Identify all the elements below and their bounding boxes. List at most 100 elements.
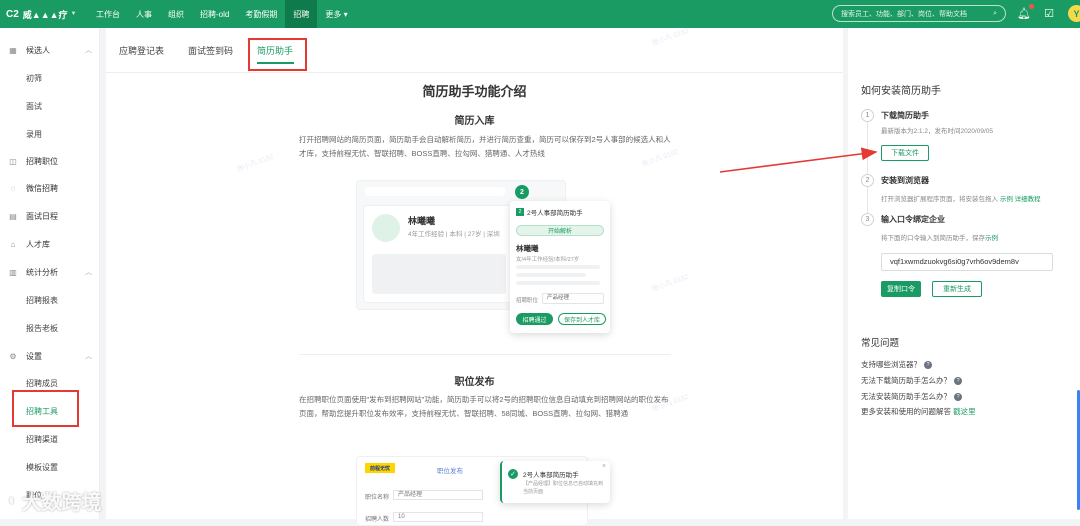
top-navigation-bar: C2 威▲▲▲疗 ▼ 工作台 人事 组织 招聘-old 考勤假期 招聘 更多 ▾… xyxy=(0,0,1080,28)
chart-icon: ▥ xyxy=(9,267,17,277)
avatar[interactable]: Y xyxy=(1068,5,1080,22)
sidebar-item-boss-report[interactable]: 报告老板 xyxy=(26,323,58,334)
org-badge: C2 xyxy=(6,8,19,20)
logo-icon: 2 xyxy=(516,208,524,216)
step-connector xyxy=(867,187,868,213)
sidebar-item-label: 微信招聘 xyxy=(26,183,58,193)
faq-item[interactable]: 无法安装简历助手怎么办？? xyxy=(861,391,962,402)
nav-item-workbench[interactable]: 工作台 xyxy=(88,0,128,28)
resume-card: 林曦曦 4年工作经验 | 本科 | 27岁 | 深圳 xyxy=(363,205,513,303)
example-link[interactable]: 示例 xyxy=(985,235,998,242)
example-link[interactable]: 示例 xyxy=(1000,196,1013,203)
nav-item-recruit[interactable]: 招聘 xyxy=(285,0,318,28)
notification-dot xyxy=(1029,4,1034,9)
main-nav: 工作台 人事 组织 招聘-old 考勤假期 招聘 更多 ▾ xyxy=(88,0,356,28)
panel-title: 如何安装简历助手 xyxy=(861,86,941,97)
nav-item-hr[interactable]: 人事 xyxy=(128,0,160,28)
approve-button[interactable]: 招聘通过 xyxy=(516,313,553,325)
org-name: 威▲▲▲疗 xyxy=(22,9,68,20)
meta-age: 27岁 xyxy=(467,231,482,238)
question-icon: ? xyxy=(954,392,962,401)
section-title: 简历入库 xyxy=(454,116,495,127)
sidebar-item-jobs[interactable]: ◫ 招聘职位 xyxy=(0,151,100,171)
nav-item-attendance[interactable]: 考勤假期 xyxy=(237,0,285,28)
global-search-input[interactable]: 搜索员工、功能、部门、岗位、帮助文档 ⌕ xyxy=(832,5,1006,22)
sidebar-item-screening[interactable]: 初筛 xyxy=(26,73,42,84)
save-to-pool-button[interactable]: 保存到人才库 xyxy=(558,313,606,325)
faq-more-text: 更多安装和使用的问题解答 xyxy=(861,407,951,416)
gear-icon: ⚙ xyxy=(9,351,17,361)
nav-item-recruit-old[interactable]: 招聘-old xyxy=(192,0,237,28)
meta-city: 深圳 xyxy=(486,231,500,238)
faq-more-link[interactable]: 戳这里 xyxy=(953,406,976,417)
sidebar-group-stats[interactable]: ▥ 统计分析 ︿ xyxy=(0,262,100,282)
position-select[interactable]: 产品经理 xyxy=(542,293,604,304)
calendar-icon: ▤ xyxy=(9,211,17,221)
step-number-1: 1 xyxy=(861,109,874,122)
faq-title: 常见问题 xyxy=(861,338,900,349)
faq-item[interactable]: 支持哪些浏览器？? xyxy=(861,359,932,370)
avatar xyxy=(372,214,400,242)
url-bar xyxy=(365,187,505,196)
chevron-up-icon: ︿ xyxy=(85,47,92,54)
field-label: 职位名称 xyxy=(365,495,390,501)
sidebar-item-schedule[interactable]: ▤ 面试日程 xyxy=(0,206,100,226)
popup-position-label: 招聘职位 xyxy=(516,298,539,304)
faq-item[interactable]: 无法下载简历助手怎么办？? xyxy=(861,375,962,386)
sidebar-item-label: 面试日程 xyxy=(26,211,58,221)
sidebar-item-hired[interactable]: 录用 xyxy=(26,129,42,140)
section-description: 打开招聘网站的简历页面，简历助手会自动解析简历，并进行简历查重，简历可以保存到2… xyxy=(299,135,671,158)
sidebar-item-wechat[interactable]: ◌ 微信招聘 xyxy=(0,178,100,198)
faq-more: 更多安装和使用的问题解答 戳这里 xyxy=(861,406,976,417)
watermark: 张小凡 0182 xyxy=(651,273,690,294)
assistant-popup: 2 2号人事部简历助手 开始解析 林曦曦 女/4年工作经验/本科/27岁 招聘职位… xyxy=(510,201,610,333)
download-file-button[interactable]: 下载文件 xyxy=(881,145,929,161)
sidebar-group-label: 候选人 xyxy=(26,45,50,55)
question-icon: ? xyxy=(924,360,932,369)
install-guide-panel: 如何安装简历助手 1 下载简历助手 最新版本为2.1.2，发布时间2020/09… xyxy=(848,28,1080,519)
regenerate-button[interactable]: 重新生成 xyxy=(932,281,982,297)
parse-button[interactable]: 开始解析 xyxy=(516,225,604,236)
faq-question: 支持哪些浏览器？ xyxy=(861,360,921,369)
copy-token-button[interactable]: 复制口令 xyxy=(881,281,921,297)
step-number-3: 3 xyxy=(861,213,874,226)
sidebar-group-label: 设置 xyxy=(26,351,42,361)
tutorial-link[interactable]: 详细教程 xyxy=(1015,196,1041,203)
close-icon[interactable]: × xyxy=(602,463,606,470)
sidebar-item-templates[interactable]: 模板设置 xyxy=(26,462,58,473)
position-select-value: 产品经理 xyxy=(547,295,570,301)
search-icon: ⌕ xyxy=(993,9,997,17)
placeholder-line xyxy=(516,265,600,269)
chevron-down-icon: ▼ xyxy=(70,11,77,17)
tab-checkin-code[interactable]: 面试签到码 xyxy=(188,44,233,57)
nav-item-org[interactable]: 组织 xyxy=(160,0,192,28)
check-square-icon[interactable]: ☑ xyxy=(1042,6,1056,20)
org-switcher[interactable]: C2 威▲▲▲疗 ▼ xyxy=(0,8,88,21)
watermark: 张小凡 0182 xyxy=(236,153,275,174)
tab-application-form[interactable]: 应聘登记表 xyxy=(119,44,164,57)
headcount-field: 10 xyxy=(393,512,483,522)
popup-title: 2号人事部简历助手 xyxy=(527,210,583,217)
token-field[interactable]: vqf1xwmdzuokvg6si0g7vrh6ov9dem8v xyxy=(881,253,1053,271)
step-description-text: 打开浏览器扩展程序页面，将安装包拖入 xyxy=(881,196,998,203)
brand-watermark: ◐ 大数跨境 xyxy=(8,486,102,515)
sidebar-group-settings[interactable]: ⚙ 设置 ︿ xyxy=(0,346,100,366)
sidebar-item-talent-pool[interactable]: ⌂ 人才库 xyxy=(0,234,100,254)
sidebar-item-report[interactable]: 招聘报表 xyxy=(26,295,58,306)
sidebar-item-channels[interactable]: 招聘渠道 xyxy=(26,434,58,445)
nav-item-more[interactable]: 更多 ▾ xyxy=(317,0,355,28)
sidebar: ▦ 候选人 ︿ 初筛 面试 录用 ◫ 招聘职位 ◌ 微信招聘 ▤ 面试日程 ⌂ 人才库 ▥ 统… xyxy=(0,28,100,519)
faq-question: 无法安装简历助手怎么办？ xyxy=(861,392,951,401)
step-number-2: 2 xyxy=(861,174,874,187)
candidate-name: 林曦曦 xyxy=(408,216,436,226)
step-description: 打开浏览器扩展程序页面，将安装包拖入 示例 详细教程 xyxy=(881,193,1041,203)
chat-icon: ◌ xyxy=(10,183,16,193)
placeholder-line xyxy=(516,273,586,277)
sidebar-group-candidates[interactable]: ▦ 候选人 ︿ xyxy=(0,40,100,60)
page-title: 简历助手功能介绍 xyxy=(422,84,527,99)
sidebar-item-members[interactable]: 招聘成员 xyxy=(26,378,58,389)
meta-experience: 4年工作经验 xyxy=(408,231,445,238)
sidebar-item-interview[interactable]: 面试 xyxy=(26,101,42,112)
sidebar-item-label: 招聘职位 xyxy=(26,156,58,166)
grid-icon: ▦ xyxy=(9,45,17,55)
